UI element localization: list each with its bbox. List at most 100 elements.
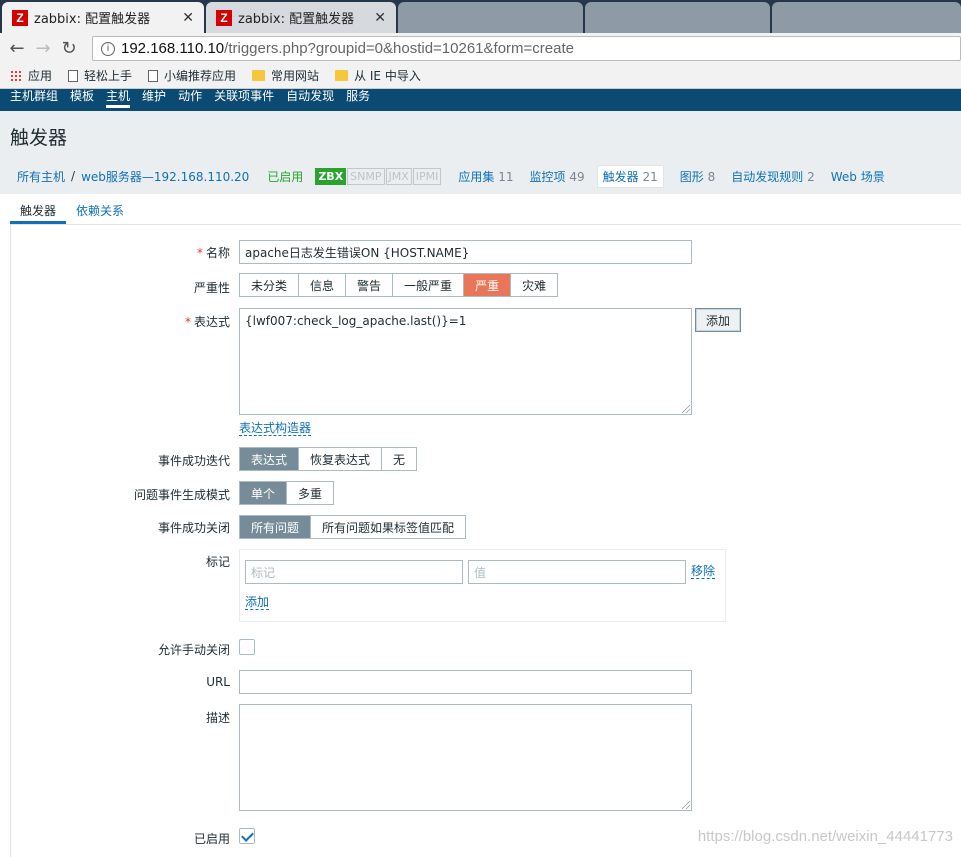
severity-not-classified[interactable]: 未分类 [240,274,300,296]
browser-tab[interactable]: Z zabbix: 配置触发器 ✕ [206,2,396,33]
ok-gen-none[interactable]: 无 [382,448,416,470]
url-input[interactable] [239,670,692,694]
browser-tab-blurred[interactable] [585,2,770,33]
manual-close-checkbox[interactable] [239,639,255,655]
expression-add-button[interactable]: 添加 [695,308,742,332]
severity-disaster[interactable]: 灾难 [511,274,557,296]
enabled-label: 已启用 [193,832,230,846]
required-asterisk: * [184,315,191,329]
bookmark-apps[interactable]: 应用 [10,67,52,84]
resize-handle-icon[interactable] [682,801,690,809]
availability-jmx-badge: JMX [385,167,412,185]
nav-discovery[interactable]: 自动发现 [286,89,334,103]
nav-actions[interactable]: 动作 [178,89,202,103]
expression-builder-link[interactable]: 表达式构造器 [239,422,312,436]
tag-remove-link[interactable]: 移除 [691,565,716,579]
description-textarea[interactable] [239,704,692,811]
browser-tabstrip: Z zabbix: 配置触发器 ✕ Z zabbix: 配置触发器 ✕ [0,0,961,33]
nav-templates[interactable]: 模板 [70,89,94,103]
url-field[interactable]: i 192.168.110.10/triggers.php?groupid=0&… [92,36,961,61]
tag-name-input[interactable]: 标记 [245,560,463,584]
problem-mode-selector: 单个 多重 [239,481,335,505]
label-text: 名称 [205,246,230,260]
top-navigation: 主机群组 模板 主机 维护 动作 关联项事件 自动发现 服务 [0,89,961,111]
expression-label: * 表达式 [10,313,230,330]
url-host: 192.168.110.10 [121,40,225,57]
breadcrumb-host[interactable]: web服务器—192.168.110.20 [81,168,249,185]
ok-gen-expression[interactable]: 表达式 [240,448,300,470]
page-title: 触发器 [10,127,68,149]
link-discovery-rules[interactable]: 自动发现规则 2 [731,168,814,185]
tab-dependencies[interactable]: 依赖关系 [66,194,134,224]
ok-event-generation-selector: 表达式 恢复表达式 无 [239,447,418,471]
link-items[interactable]: 监控项 49 [530,168,585,185]
tag-value-input[interactable]: 值 [468,560,686,584]
availability-snmp-badge: SNMP [347,167,385,185]
ok-close-tag-match[interactable]: 所有问题如果标签值匹配 [311,516,465,538]
severity-selector: 未分类 信息 警告 一般严重 严重 灾难 [239,273,559,297]
host-breadcrumb-bar: 所有主机 / web服务器—192.168.110.20 已启用 ZBX SNM… [0,158,961,194]
severity-high[interactable]: 严重 [464,274,512,296]
tab-trigger[interactable]: 触发器 [10,194,67,224]
form-tabs: 触发器 依赖关系 [10,194,961,225]
close-icon[interactable]: ✕ [374,10,386,26]
nav-hosts[interactable]: 主机 [106,89,131,108]
ok-gen-recovery-expression[interactable]: 恢复表达式 [299,448,383,470]
availability-zbx-badge: ZBX [315,167,347,185]
link-label: Web 场景 [830,169,885,184]
problem-mode-label: 问题事件生成模式 [133,488,230,502]
reload-icon[interactable]: ↻ [56,38,82,59]
nav-maintenance[interactable]: 维护 [142,89,166,103]
link-label: 监控项 [529,169,566,184]
bookmark-label: 小编推荐应用 [164,69,237,83]
info-icon[interactable]: i [101,41,115,56]
bookmark-folder[interactable]: 从 IE 中导入 [335,67,421,84]
bookmark-label: 常用网站 [271,69,320,83]
forward-arrow-icon[interactable]: → [30,38,56,59]
breadcrumb-separator: / [71,169,76,183]
browser-tab-active[interactable]: Z zabbix: 配置触发器 ✕ [2,2,204,33]
bookmark-folder[interactable]: 常用网站 [252,67,319,84]
manual-close-label: 允许手动关闭 [157,643,230,657]
tags-label: 标记 [205,555,230,569]
back-arrow-icon[interactable]: ← [4,38,30,59]
nav-correlation[interactable]: 关联项事件 [214,89,274,103]
bookmark-label: 轻松上手 [84,69,133,83]
page-icon [68,69,79,82]
enabled-checkbox[interactable] [239,828,255,844]
link-web-scenarios[interactable]: Web 场景 [831,168,885,185]
ok-close-selector: 所有问题 所有问题如果标签值匹配 [239,515,467,539]
url-path: /triggers.php?groupid=0&hostid=10261&for… [224,40,574,57]
bookmark-item[interactable]: 小编推荐应用 [148,67,236,84]
link-triggers[interactable]: 触发器 21 [596,164,664,188]
availability-ipmi-badge: IPMI [412,167,442,185]
problem-mode-multiple[interactable]: 多重 [287,482,333,504]
page-icon [148,69,159,82]
link-label: 自动发现规则 [731,169,804,184]
ok-close-all-problems[interactable]: 所有问题 [240,516,312,538]
name-input[interactable]: apache日志发生错误ON {HOST.NAME} [239,240,692,264]
browser-tab-blurred[interactable] [772,2,961,33]
severity-warning[interactable]: 警告 [346,274,394,296]
page-header: 触发器 [0,111,961,158]
nav-host-groups[interactable]: 主机群组 [10,89,58,103]
resize-handle-icon[interactable] [682,405,690,413]
close-icon[interactable]: ✕ [182,10,194,26]
breadcrumb-all-hosts[interactable]: 所有主机 [17,168,65,185]
host-status-enabled[interactable]: 已启用 [267,168,303,185]
expression-textarea[interactable]: {lwf007:check_log_apache.last()}=1 [239,308,692,415]
severity-average[interactable]: 一般严重 [393,274,465,296]
link-count: 21 [642,169,658,184]
severity-information[interactable]: 信息 [299,274,347,296]
folder-icon [252,70,266,81]
browser-tab-blurred[interactable] [398,2,583,33]
bookmark-label: 应用 [28,69,53,83]
tag-add-link[interactable]: 添加 [245,596,270,610]
bookmark-item[interactable]: 轻松上手 [68,67,132,84]
link-graphs[interactable]: 图形 8 [680,168,715,185]
nav-services[interactable]: 服务 [346,89,370,103]
link-applications[interactable]: 应用集 11 [458,168,513,185]
description-label: 描述 [205,711,230,725]
bookmark-label: 从 IE 中导入 [354,69,421,83]
problem-mode-single[interactable]: 单个 [240,482,288,504]
